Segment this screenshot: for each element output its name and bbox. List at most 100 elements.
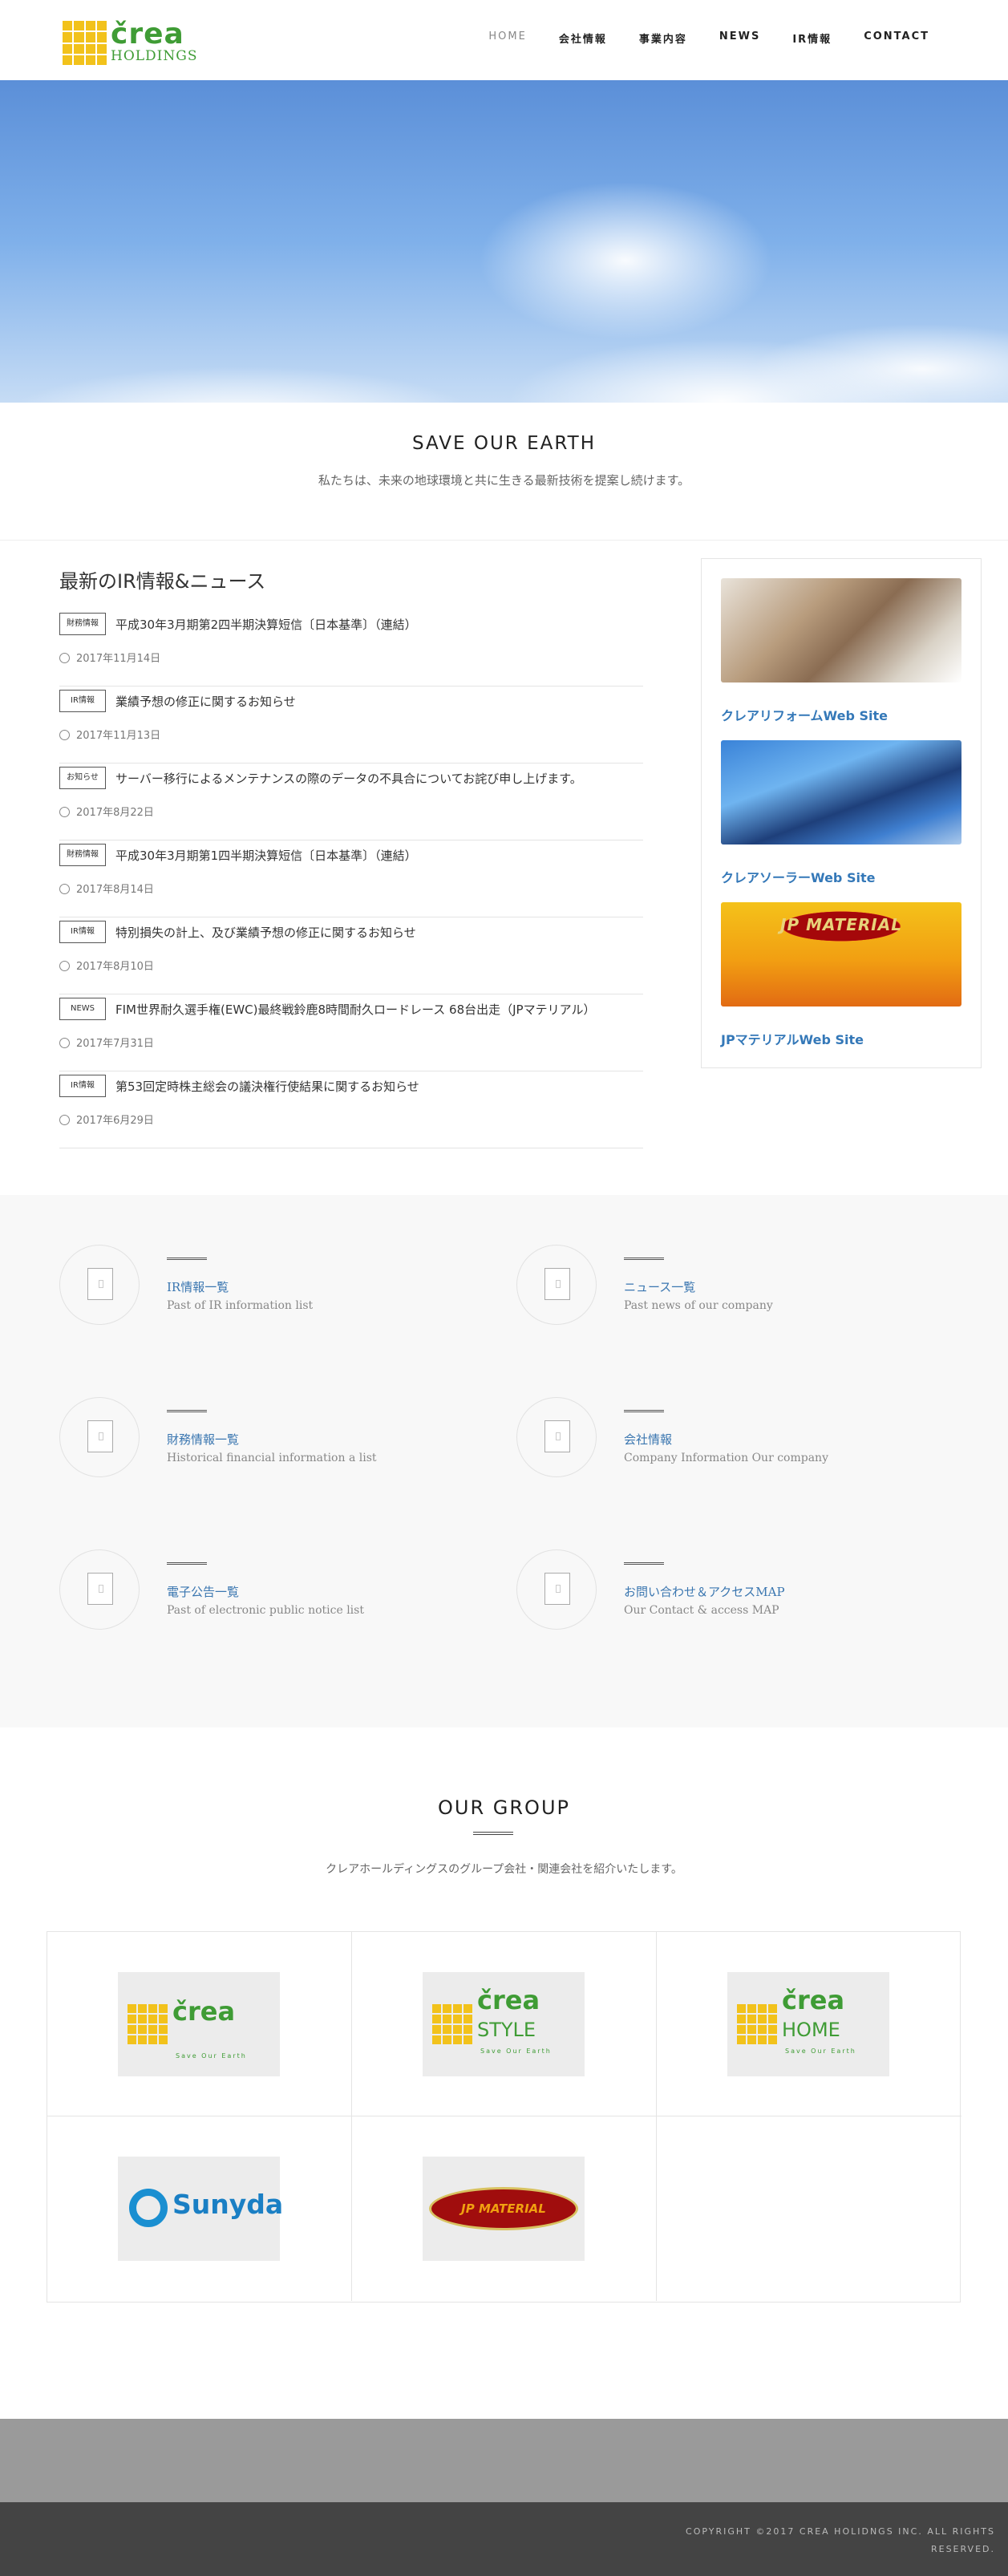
nav-ir[interactable]: IR情報 <box>792 30 832 46</box>
site-card-jpmaterial[interactable]: JP MATERIAL JPマテリアルWeb Site <box>721 902 961 1048</box>
news-item[interactable]: 財務情報 平成30年3月期第1四半期決算短信〔日本基準〕（連結） 2017年8月… <box>59 840 643 917</box>
news-title-link[interactable]: サーバー移行によるメンテナンスの際のデータの不具合についてお詫び申し上げます。 <box>115 770 582 787</box>
logo-tagline: Save Our Earth <box>176 2052 247 2060</box>
nav-news[interactable]: NEWS <box>719 30 760 46</box>
jpmaterial-image-text: JP MATERIAL <box>780 915 902 934</box>
logo-brand-text: Sunyda <box>172 2189 284 2220</box>
document-icon <box>544 1573 570 1605</box>
link-title[interactable]: 電子公告一覧 <box>167 1583 239 1600</box>
news-item[interactable]: お知らせ サーバー移行によるメンテナンスの際のデータの不具合についてお詫び申し上… <box>59 763 643 840</box>
site-link-reform[interactable]: クレアリフォームWeb Site <box>721 705 961 724</box>
reform-image[interactable] <box>721 578 961 682</box>
site-card-reform[interactable]: クレアリフォームWeb Site <box>721 578 961 724</box>
clock-icon <box>59 730 70 740</box>
logo-brand-text: črea <box>172 1996 236 2027</box>
footer-band <box>0 2419 1008 2502</box>
solar-grid-icon <box>737 2004 777 2044</box>
crea-logo[interactable]: črea Save Our Earth <box>118 1972 280 2076</box>
tagline-section: SAVE OUR EARTH 私たちは、未来の地球環境と共に生きる最新技術を提案… <box>0 403 1008 541</box>
link-title[interactable]: ニュース一覧 <box>624 1278 695 1295</box>
clock-icon <box>59 807 70 817</box>
sunyda-mark-icon <box>129 2189 168 2227</box>
news-list: 財務情報 平成30年3月期第2四半期決算短信〔日本基準〕（連結） 2017年11… <box>59 610 643 1148</box>
site-logo[interactable]: črea HOLDINGS <box>63 18 203 66</box>
news-category-badge: IR情報 <box>59 1075 106 1097</box>
site-link-jpmaterial[interactable]: JPマテリアルWeb Site <box>721 1029 961 1048</box>
news-item[interactable]: IR情報 特別損失の計上、及び業績予想の修正に関するお知らせ 2017年8月10… <box>59 917 643 994</box>
news-item[interactable]: NEWS FIM世界耐久選手権(EWC)最終戦鈴鹿8時間耐久ロードレース 68台… <box>59 994 643 1071</box>
sunyda-logo[interactable]: Sunyda <box>118 2157 284 2261</box>
news-title-link[interactable]: 業績予想の修正に関するお知らせ <box>115 693 296 710</box>
group-cell: črea HOME Save Our Earth <box>657 1932 961 2116</box>
divider <box>624 1410 664 1412</box>
document-icon <box>87 1420 113 1452</box>
nav-company[interactable]: 会社情報 <box>559 30 607 46</box>
news-section-title: 最新のIR情報&ニュース <box>59 570 266 593</box>
link-contact-map[interactable]: お問い合わせ＆アクセスMAP Our Contact & access MAP <box>516 1549 949 1630</box>
jpmaterial-image[interactable]: JP MATERIAL <box>721 902 961 1007</box>
clock-icon <box>59 884 70 894</box>
logo-subtext: HOLDINGS <box>111 48 198 64</box>
logo-brand-text: JP MATERIAL <box>461 2201 546 2216</box>
link-company-info[interactable]: 会社情報 Company Information Our company <box>516 1397 949 1477</box>
news-category-badge: 財務情報 <box>59 844 106 866</box>
logo-sub-text: STYLE <box>477 2019 536 2041</box>
link-circle <box>59 1549 140 1630</box>
link-circle <box>59 1397 140 1477</box>
divider <box>167 1258 207 1260</box>
news-category-badge: お知らせ <box>59 767 106 789</box>
link-subtitle: Historical financial information a list <box>167 1452 377 1464</box>
link-circle <box>516 1245 597 1325</box>
news-item[interactable]: IR情報 第53回定時株主総会の議決権行使結果に関するお知らせ 2017年6月2… <box>59 1071 643 1148</box>
news-item[interactable]: 財務情報 平成30年3月期第2四半期決算短信〔日本基準〕（連結） 2017年11… <box>59 610 643 687</box>
link-subtitle: Past of IR information list <box>167 1299 314 1312</box>
group-description: クレアホールディングスのグループ会社・関連会社を紹介いたします。 <box>326 1863 682 1876</box>
news-title-link[interactable]: 平成30年3月期第2四半期決算短信〔日本基準〕（連結） <box>115 616 417 633</box>
nav-contact[interactable]: CONTACT <box>864 30 929 46</box>
clock-icon <box>59 1038 70 1048</box>
news-title-link[interactable]: 特別損失の計上、及び業績予想の修正に関するお知らせ <box>115 924 416 941</box>
tagline-text: 私たちは、未来の地球環境と共に生きる最新技術を提案し続けます。 <box>318 473 690 488</box>
link-subtitle: Our Contact & access MAP <box>624 1604 779 1617</box>
link-financial-list[interactable]: 財務情報一覧 Historical financial information … <box>59 1397 492 1477</box>
news-category-badge: IR情報 <box>59 690 106 712</box>
crea-style-logo[interactable]: črea STYLE Save Our Earth <box>423 1972 585 2076</box>
nav-business[interactable]: 事業内容 <box>639 30 687 46</box>
site-link-solar[interactable]: クレアソーラーWeb Site <box>721 867 961 886</box>
link-news-list[interactable]: ニュース一覧 Past news of our company <box>516 1245 949 1325</box>
link-title[interactable]: 会社情報 <box>624 1431 672 1448</box>
logo-solar-grid-icon <box>63 21 107 65</box>
solar-image[interactable] <box>721 740 961 844</box>
logo-brand-text: črea <box>782 1985 845 2015</box>
link-public-notice[interactable]: 電子公告一覧 Past of electronic public notice … <box>59 1549 492 1630</box>
link-title[interactable]: お問い合わせ＆アクセスMAP <box>624 1583 785 1600</box>
sidebar-sites-widget: クレアリフォームWeb Site クレアソーラーWeb Site JP MATE… <box>701 558 982 1068</box>
site-header: črea HOLDINGS HOME 会社情報 事業内容 NEWS IR情報 C… <box>0 0 1008 80</box>
hero-sky-image <box>0 80 1008 403</box>
divider <box>624 1258 664 1260</box>
jpmaterial-logo[interactable]: JP MATERIAL <box>423 2157 585 2261</box>
group-logo-grid: črea Save Our Earth črea STYLE Save Our … <box>47 1931 961 2303</box>
logo-sub-text: HOME <box>782 2019 840 2041</box>
news-date: 2017年6月29日 <box>59 1112 154 1127</box>
clock-icon <box>59 1115 70 1125</box>
link-subtitle: Past of electronic public notice list <box>167 1604 364 1617</box>
news-date: 2017年8月22日 <box>59 804 154 819</box>
news-title-link[interactable]: FIM世界耐久選手権(EWC)最終戦鈴鹿8時間耐久ロードレース 68台出走（JP… <box>115 1001 595 1018</box>
site-card-solar[interactable]: クレアソーラーWeb Site <box>721 740 961 886</box>
news-item[interactable]: IR情報 業績予想の修正に関するお知らせ 2017年11月13日 <box>59 687 643 763</box>
group-cell: JP MATERIAL <box>352 2116 657 2301</box>
link-title[interactable]: 財務情報一覧 <box>167 1431 239 1448</box>
link-ir-list[interactable]: IR情報一覧 Past of IR information list <box>59 1245 492 1325</box>
main-nav: HOME 会社情報 事業内容 NEWS IR情報 CONTACT <box>488 30 929 46</box>
nav-home[interactable]: HOME <box>488 30 526 46</box>
solar-grid-icon <box>128 2004 168 2044</box>
solar-grid-icon <box>432 2004 472 2044</box>
news-date: 2017年8月14日 <box>59 881 154 896</box>
crea-home-logo[interactable]: črea HOME Save Our Earth <box>727 1972 889 2076</box>
link-title[interactable]: IR情報一覧 <box>167 1278 229 1295</box>
news-title-link[interactable]: 平成30年3月期第1四半期決算短信〔日本基準〕（連結） <box>115 847 417 864</box>
news-title-link[interactable]: 第53回定時株主総会の議決権行使結果に関するお知らせ <box>115 1078 419 1095</box>
link-subtitle: Company Information Our company <box>624 1452 828 1464</box>
link-circle <box>59 1245 140 1325</box>
